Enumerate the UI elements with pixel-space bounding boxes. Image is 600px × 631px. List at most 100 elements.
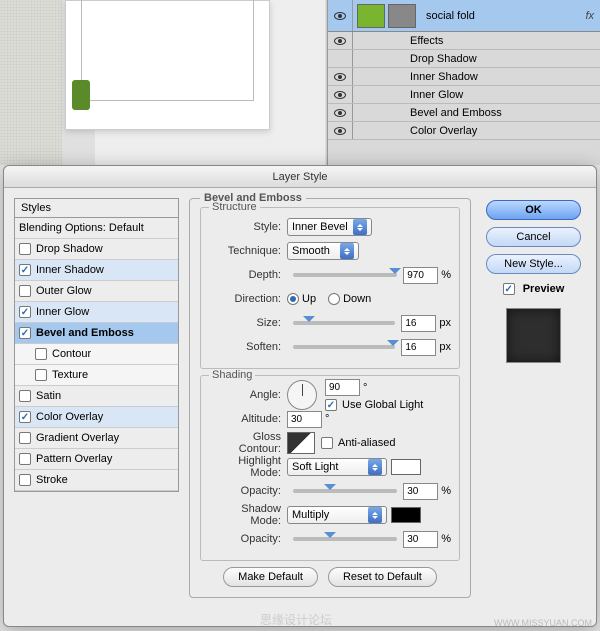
style-checkbox[interactable]	[19, 285, 31, 297]
style-checkbox[interactable]	[19, 264, 31, 276]
effect-row-bevel-emboss[interactable]: Bevel and Emboss	[328, 104, 600, 122]
angle-dial[interactable]	[287, 380, 317, 410]
size-input[interactable]	[401, 315, 436, 332]
visibility-icon[interactable]	[334, 109, 346, 117]
soften-input[interactable]	[401, 339, 436, 356]
angle-input[interactable]	[325, 379, 360, 396]
anti-aliased-checkbox[interactable]	[321, 437, 333, 449]
dropdown-arrows-icon	[353, 219, 367, 235]
preview-checkbox[interactable]	[503, 283, 515, 295]
soften-slider[interactable]	[293, 345, 395, 349]
style-item-pattern-overlay[interactable]: Pattern Overlay	[15, 449, 178, 470]
effect-row-drop-shadow[interactable]: Drop Shadow	[328, 50, 600, 68]
style-item-outer-glow[interactable]: Outer Glow	[15, 281, 178, 302]
style-item-inner-glow[interactable]: Inner Glow	[15, 302, 178, 323]
ok-button[interactable]: OK	[486, 200, 581, 220]
workspace-background: social fold fx Effects Drop Shadow Inner…	[0, 0, 600, 165]
effect-row-color-overlay[interactable]: Color Overlay	[328, 122, 600, 140]
dialog-right-column: OK Cancel New Style... Preview	[481, 198, 586, 616]
global-light-checkbox[interactable]	[325, 399, 337, 411]
shadow-opacity-input[interactable]	[403, 531, 438, 548]
style-item-label: Contour	[52, 348, 91, 360]
style-checkbox[interactable]	[35, 348, 47, 360]
shading-group: Shading Angle: ° Use Global Light	[200, 375, 460, 561]
style-checkbox[interactable]	[19, 474, 31, 486]
style-checkbox[interactable]	[19, 390, 31, 402]
style-item-gradient-overlay[interactable]: Gradient Overlay	[15, 428, 178, 449]
style-checkbox[interactable]	[19, 432, 31, 444]
altitude-input[interactable]	[287, 411, 322, 428]
visibility-icon[interactable]	[334, 127, 346, 135]
canvas-texture	[0, 0, 62, 165]
style-item-label: Drop Shadow	[36, 243, 103, 255]
shadow-color-swatch[interactable]	[391, 507, 421, 523]
gloss-contour-picker[interactable]	[287, 432, 315, 454]
style-checkbox[interactable]	[19, 243, 31, 255]
style-item-contour[interactable]: Contour	[15, 344, 178, 365]
highlight-color-swatch[interactable]	[391, 459, 421, 475]
shadow-opacity-slider[interactable]	[293, 537, 397, 541]
style-item-drop-shadow[interactable]: Drop Shadow	[15, 239, 178, 260]
layer-thumbnail[interactable]	[357, 4, 385, 28]
style-item-satin[interactable]: Satin	[15, 386, 178, 407]
blending-options-item[interactable]: Blending Options: Default	[15, 218, 178, 239]
direction-down-radio[interactable]	[328, 293, 340, 305]
style-item-label: Pattern Overlay	[36, 453, 112, 465]
effects-header-row[interactable]: Effects	[328, 32, 600, 50]
style-item-label: Gradient Overlay	[36, 432, 119, 444]
style-item-color-overlay[interactable]: Color Overlay	[15, 407, 178, 428]
styles-list: Blending Options: Default Drop Shadow Inn…	[14, 218, 179, 492]
style-item-label: Texture	[52, 369, 88, 381]
visibility-icon[interactable]	[334, 91, 346, 99]
style-checkbox[interactable]	[19, 327, 31, 339]
style-item-label: Stroke	[36, 474, 68, 486]
highlight-opacity-slider[interactable]	[293, 489, 397, 493]
visibility-icon[interactable]	[334, 37, 346, 45]
style-item-stroke[interactable]: Stroke	[15, 470, 178, 491]
fx-badge[interactable]: fx	[585, 10, 600, 22]
preview-swatch	[506, 308, 561, 363]
style-select[interactable]: Inner Bevel	[287, 218, 372, 236]
canvas-preview	[65, 0, 270, 130]
style-item-label: Outer Glow	[36, 285, 92, 297]
style-item-texture[interactable]: Texture	[15, 365, 178, 386]
dropdown-arrows-icon	[368, 507, 382, 523]
reset-default-button[interactable]: Reset to Default	[328, 567, 437, 587]
dropdown-arrows-icon	[368, 459, 382, 475]
layers-panel: social fold fx Effects Drop Shadow Inner…	[327, 0, 600, 165]
new-style-button[interactable]: New Style...	[486, 254, 581, 274]
style-item-label: Inner Shadow	[36, 264, 104, 276]
visibility-icon[interactable]	[334, 73, 346, 81]
styles-header[interactable]: Styles	[14, 198, 179, 218]
effect-row-inner-glow[interactable]: Inner Glow	[328, 86, 600, 104]
size-slider[interactable]	[293, 321, 395, 325]
structure-group: Structure Style: Inner Bevel Technique: …	[200, 207, 460, 369]
style-checkbox[interactable]	[35, 369, 47, 381]
style-checkbox[interactable]	[19, 453, 31, 465]
bevel-emboss-fieldset: Bevel and Emboss Structure Style: Inner …	[189, 198, 471, 598]
style-item-label: Bevel and Emboss	[36, 327, 134, 339]
style-item-label: Color Overlay	[36, 411, 103, 423]
depth-input[interactable]	[403, 267, 438, 284]
dropdown-arrows-icon	[340, 243, 354, 259]
shadow-mode-select[interactable]: Multiply	[287, 506, 387, 524]
highlight-opacity-input[interactable]	[403, 483, 438, 500]
cancel-button[interactable]: Cancel	[486, 227, 581, 247]
layer-name[interactable]: social fold	[420, 10, 585, 22]
settings-column: Bevel and Emboss Structure Style: Inner …	[189, 198, 471, 616]
direction-up-radio[interactable]	[287, 293, 299, 305]
technique-select[interactable]: Smooth	[287, 242, 359, 260]
layer-mask-thumbnail[interactable]	[388, 4, 416, 28]
dialog-titlebar[interactable]: Layer Style	[4, 166, 596, 188]
highlight-mode-select[interactable]: Soft Light	[287, 458, 387, 476]
style-item-inner-shadow[interactable]: Inner Shadow	[15, 260, 178, 281]
style-item-bevel-and-emboss[interactable]: Bevel and Emboss	[15, 323, 178, 344]
visibility-icon[interactable]	[334, 12, 346, 20]
depth-slider[interactable]	[293, 273, 397, 277]
make-default-button[interactable]: Make Default	[223, 567, 318, 587]
layer-style-dialog: Layer Style Styles Blending Options: Def…	[3, 165, 597, 627]
style-checkbox[interactable]	[19, 411, 31, 423]
effect-row-inner-shadow[interactable]: Inner Shadow	[328, 68, 600, 86]
layer-row-social-fold[interactable]: social fold fx	[328, 0, 600, 32]
style-checkbox[interactable]	[19, 306, 31, 318]
